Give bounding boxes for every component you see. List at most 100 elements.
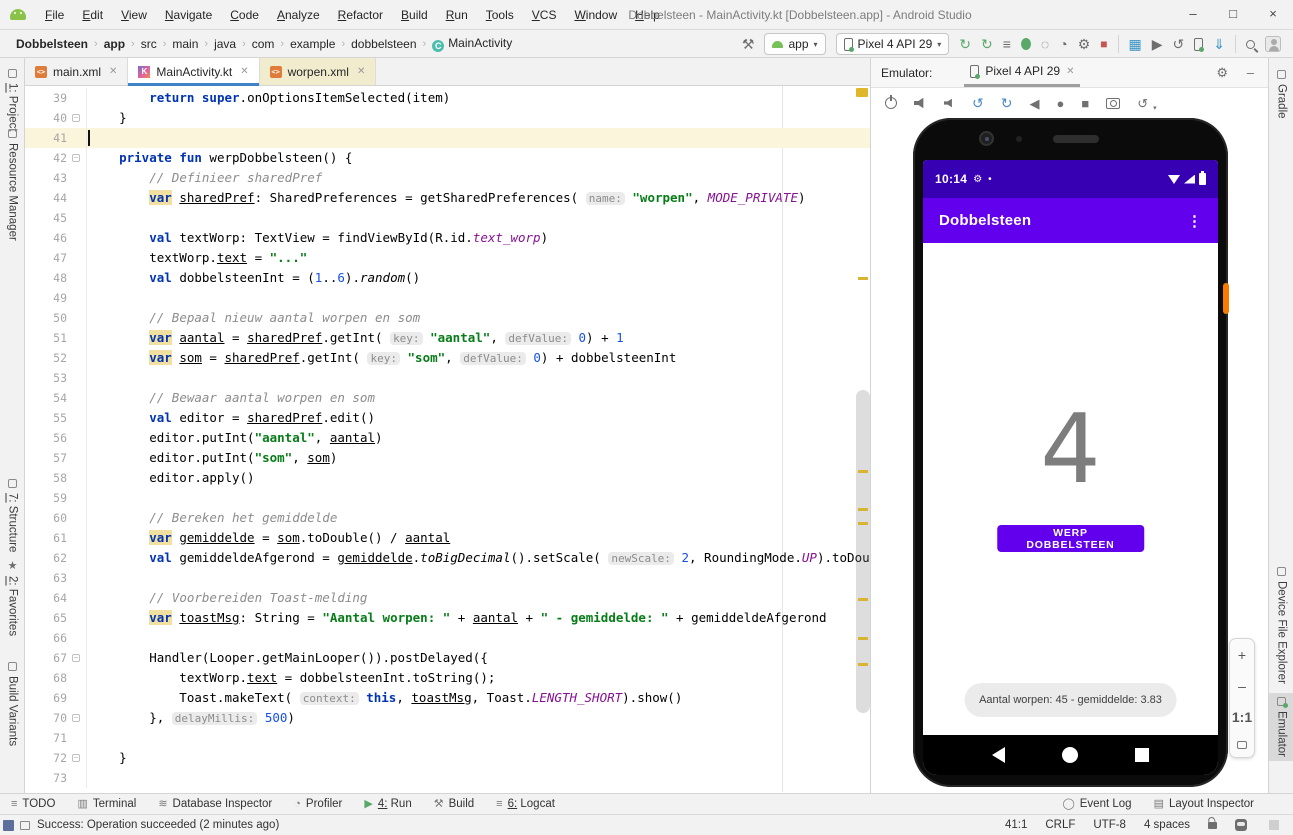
caret-position[interactable]: 41:1 (1005, 819, 1027, 831)
code-line-60[interactable]: 60 // Bereken het gemiddelde (25, 508, 870, 528)
code-line-39[interactable]: 39 return super.onOptionsItemSelected(it… (25, 88, 870, 108)
apply-restart-button[interactable]: ⚙ (1078, 37, 1091, 51)
snapshots-button[interactable]: ↺ (1137, 97, 1148, 110)
close-icon[interactable]: ✕ (240, 66, 248, 77)
code-line-71[interactable]: 71 (25, 728, 870, 748)
close-icon[interactable]: ✕ (357, 66, 365, 77)
tab-mainactivity-kt[interactable]: K MainActivity.kt ✕ (128, 58, 260, 86)
sidebar-item-emulator[interactable]: Emulator (1269, 693, 1293, 762)
maximize-button[interactable]: □ (1213, 0, 1253, 30)
emulator-back-button[interactable]: ◀ (1029, 97, 1039, 110)
code-line-65[interactable]: 65 var toastMsg: String = "Aantal worpen… (25, 608, 870, 628)
code-line-70[interactable]: 70– }, delayMillis: 500) (25, 708, 870, 728)
breadcrumb-item-main[interactable]: main (170, 37, 200, 51)
menu-edit[interactable]: Edit (73, 0, 112, 30)
screenshot-camera-button[interactable] (1106, 97, 1121, 109)
stop-button[interactable]: ■ (1100, 38, 1107, 50)
code-editor[interactable]: 39 return super.onOptionsItemSelected(it… (25, 86, 870, 792)
fold-start-icon[interactable]: – (72, 654, 80, 662)
code-line-46[interactable]: 46 val textWorp: TextView = findViewById… (25, 228, 870, 248)
build-hammer-icon[interactable]: ⚒ (742, 37, 755, 51)
breadcrumb-item-app[interactable]: app (102, 37, 127, 51)
code-line-67[interactable]: 67– Handler(Looper.getMainLooper()).post… (25, 648, 870, 668)
menu-analyze[interactable]: Analyze (268, 0, 329, 30)
device-manager-button[interactable] (1194, 37, 1205, 52)
menu-code[interactable]: Code (221, 0, 268, 30)
gradle-sync-button[interactable]: ↺ (1173, 37, 1185, 51)
breadcrumb-item-src[interactable]: src (139, 37, 159, 51)
code-line-54[interactable]: 54 // Bewaar aantal worpen en som (25, 388, 870, 408)
apply-code-changes-button[interactable]: ≡ (1003, 37, 1011, 51)
emulator-home-button[interactable]: ● (1056, 97, 1064, 110)
code-line-51[interactable]: 51 var aantal = sharedPref.getInt( key: … (25, 328, 870, 348)
breadcrumb-item-com[interactable]: com (250, 37, 277, 51)
breadcrumb-item-example[interactable]: example (288, 37, 337, 51)
code-line-69[interactable]: 69 Toast.makeText( context: this, toastM… (25, 688, 870, 708)
code-line-42[interactable]: 42– private fun werpDobbelsteen() { (25, 148, 870, 168)
sidebar-item-2-favorites[interactable]: ★ 2: Favorites (0, 558, 25, 640)
code-line-66[interactable]: 66 (25, 628, 870, 648)
sidebar-item-resource-manager[interactable]: Resource Manager (0, 125, 25, 245)
toolwindow-4-run[interactable]: ▶ 4: Run (353, 794, 422, 815)
toolwindow-layout-inspector[interactable]: ▤ Layout Inspector (1143, 794, 1265, 815)
code-line-53[interactable]: 53 (25, 368, 870, 388)
zoom-fit-button[interactable] (1237, 740, 1247, 749)
toolwindow-quick-access-icon[interactable] (3, 819, 14, 831)
menu-file[interactable]: File (36, 0, 73, 30)
code-line-56[interactable]: 56 editor.putInt("aantal", aantal) (25, 428, 870, 448)
profile-button[interactable]: ◔ (1059, 37, 1067, 51)
emulator-settings-gear-icon[interactable]: ⚙ (1216, 65, 1228, 81)
zoom-reset-button[interactable]: 1:1 (1232, 710, 1252, 724)
power-button[interactable] (885, 95, 897, 109)
code-line-68[interactable]: 68 textWorp.text = dobbelsteenInt.toStri… (25, 668, 870, 688)
code-line-48[interactable]: 48 val dobbelsteenInt = (1..6).random() (25, 268, 870, 288)
avd-manager-button[interactable]: ▶ (1152, 37, 1163, 51)
code-line-49[interactable]: 49 (25, 288, 870, 308)
menu-tools[interactable]: Tools (477, 0, 523, 30)
close-button[interactable]: × (1253, 0, 1293, 30)
volume-down-button[interactable] (944, 98, 952, 108)
code-line-61[interactable]: 61 var gemiddelde = som.toDouble() / aan… (25, 528, 870, 548)
fold-end-icon[interactable]: – (72, 714, 80, 722)
nav-home-button[interactable] (1061, 747, 1078, 763)
breadcrumb-item-mainactivity[interactable]: C MainActivity (430, 36, 514, 52)
code-line-63[interactable]: 63 (25, 568, 870, 588)
fold-end-icon[interactable]: – (72, 114, 80, 122)
code-line-62[interactable]: 62 val gemiddeldeAfgerond = gemiddelde.t… (25, 548, 870, 568)
toolwindow-event-log[interactable]: ◯ Event Log (1051, 794, 1142, 815)
fold-end-icon[interactable]: – (72, 754, 80, 762)
attach-debugger-button[interactable]: ◌ (1041, 37, 1049, 51)
code-line-52[interactable]: 52 var som = sharedPref.getInt( key: "so… (25, 348, 870, 368)
toolwindow-profiler[interactable]: ◔ Profiler (283, 794, 353, 815)
editor-scrollbar[interactable] (856, 86, 870, 792)
device-selector[interactable]: Pixel 4 API 29 ▾ (835, 33, 950, 55)
rotate-right-button[interactable]: ↻ (1001, 95, 1013, 112)
sidebar-item-gradle[interactable]: Gradle (1269, 66, 1293, 123)
code-line-64[interactable]: 64 // Voorbereiden Toast-melding (25, 588, 870, 608)
profiler-sessions-icon[interactable]: ▦ (1129, 37, 1142, 51)
zoom-out-button[interactable]: – (1238, 679, 1246, 693)
sdk-manager-button[interactable]: ⇓ (1213, 37, 1225, 51)
emulator-hide-icon[interactable]: – (1247, 65, 1254, 80)
code-line-44[interactable]: 44 var sharedPref: SharedPreferences = g… (25, 188, 870, 208)
rotate-left-button[interactable]: ↺ (972, 95, 984, 112)
emulator-overview-button[interactable]: ■ (1081, 97, 1089, 110)
toolwindow-6-logcat[interactable]: ≡ 6: Logcat (485, 794, 566, 815)
code-line-40[interactable]: 40– } (25, 108, 870, 128)
code-line-58[interactable]: 58 editor.apply() (25, 468, 870, 488)
breadcrumb-item-dobbelsteen[interactable]: dobbelsteen (349, 37, 418, 51)
sidebar-item-build-variants[interactable]: Build Variants (0, 658, 25, 750)
menu-refactor[interactable]: Refactor (329, 0, 392, 30)
zoom-in-button[interactable]: + (1238, 648, 1246, 662)
inspections-hector-icon[interactable] (1235, 819, 1247, 831)
read-only-lock-icon[interactable] (1208, 821, 1217, 829)
menu-run[interactable]: Run (437, 0, 477, 30)
code-line-57[interactable]: 57 editor.putInt("som", som) (25, 448, 870, 468)
close-icon[interactable]: ✕ (109, 66, 117, 77)
inspections-indicator[interactable] (856, 88, 868, 97)
volume-up-button[interactable] (914, 97, 924, 109)
toolwindow-build[interactable]: ⚒ Build (423, 794, 485, 815)
debug-button[interactable] (1020, 38, 1031, 50)
code-line-45[interactable]: 45 (25, 208, 870, 228)
tab-worpen-xml[interactable]: <> worpen.xml ✕ (259, 58, 377, 85)
